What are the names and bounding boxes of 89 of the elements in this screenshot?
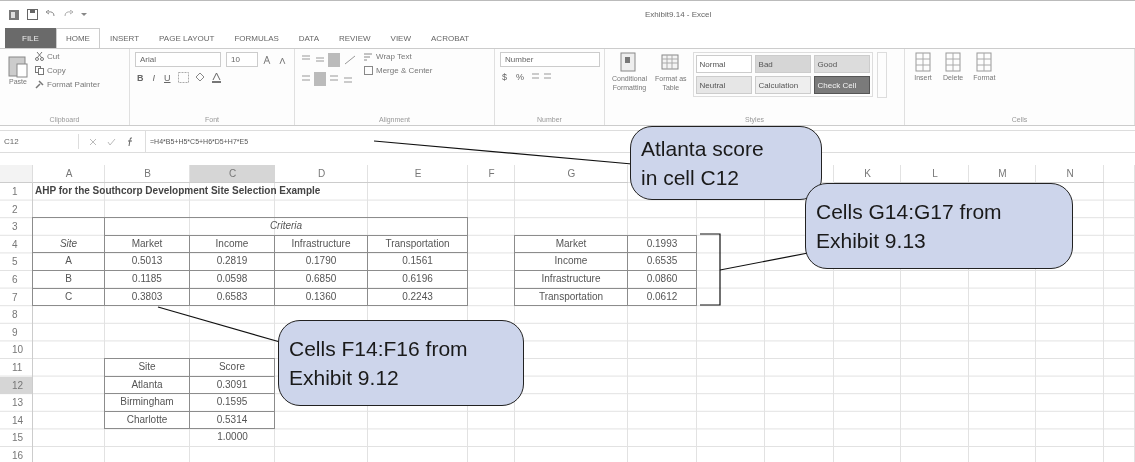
clipboard-icon (7, 54, 29, 78)
sheet-title: AHP for the Southcorp Development Site Selection Example (34, 184, 322, 198)
callout-label: Cells G14:G17 from Exhibit 9.13 (805, 183, 1073, 269)
name-box[interactable]: C12 (0, 134, 79, 149)
wrap-text-button[interactable]: Wrap Text (364, 52, 433, 61)
decimal-icon[interactable] (531, 72, 554, 82)
ribbon-tab[interactable]: FILE (5, 28, 56, 48)
table-cell: 0.1993 (627, 234, 697, 254)
font-size-dropdown[interactable]: 10 (226, 52, 258, 67)
copy-icon (35, 66, 44, 75)
cancel-icon[interactable] (89, 137, 97, 146)
merge-center-button[interactable]: Merge & Center (364, 66, 433, 75)
row-header[interactable]: 3 (0, 218, 33, 236)
ribbon-tab[interactable]: REVIEW (329, 28, 381, 48)
table-grid-icon (943, 52, 964, 74)
row-header[interactable]: 14 (0, 411, 33, 430)
brush-icon (35, 80, 44, 89)
ribbon-tab[interactable]: DATA (288, 28, 329, 48)
check-icon[interactable] (107, 137, 116, 146)
font-name-dropdown[interactable]: Arial (135, 52, 222, 67)
row-header[interactable]: 8 (0, 306, 33, 324)
currency-button[interactable]: $ (500, 72, 509, 82)
row-header[interactable]: 7 (0, 288, 33, 307)
table-cell: Criteria (104, 217, 468, 236)
column-header[interactable]: E (368, 165, 468, 183)
cell-style-option[interactable]: Good (813, 55, 870, 73)
cut-button[interactable]: Cut (35, 52, 100, 61)
table-cell: Site (104, 357, 190, 377)
ribbon-tab[interactable]: FORMULAS (224, 28, 289, 48)
merge-cells-icon (364, 66, 373, 75)
wrap-lines-icon (364, 52, 373, 61)
gallery-scrollbar[interactable] (876, 52, 887, 98)
table-cell: Charlotte (104, 410, 190, 430)
ribbon-tab[interactable]: HOME (55, 28, 100, 48)
ribbon-tab[interactable]: INSERT (99, 28, 150, 48)
cell-style-option[interactable]: Calculation (754, 76, 811, 94)
table-cell: C (32, 287, 105, 307)
row-header[interactable]: 1 (0, 183, 33, 201)
cell-style-option[interactable]: Bad (754, 55, 811, 73)
table-cell: 0.5314 (189, 410, 275, 430)
bold-button[interactable]: B (135, 72, 146, 83)
row-header[interactable]: 13 (0, 394, 33, 412)
callout-label: Atlanta score in cell C12 (630, 126, 822, 200)
row-header[interactable]: 6 (0, 270, 33, 289)
table-cell: Market (514, 234, 628, 254)
number-format-dropdown[interactable]: Number (500, 52, 600, 67)
cell-style-option[interactable]: Neutral (695, 76, 752, 94)
row-header[interactable]: 4 (0, 235, 33, 254)
column-header[interactable]: A (33, 165, 105, 183)
column-header[interactable]: G (515, 165, 628, 183)
app-logo-icon[interactable] (8, 8, 20, 21)
column-header[interactable]: F (468, 165, 515, 183)
percent-button[interactable]: % (514, 72, 527, 82)
cell-style-option[interactable]: Check Cell (813, 76, 870, 94)
table-cell: 0.2243 (367, 287, 468, 307)
format-painter-button[interactable]: Format Painter (35, 80, 100, 89)
caret-icon[interactable] (81, 13, 87, 16)
italic-button[interactable]: I (150, 72, 157, 83)
cell-style-option[interactable]: Normal (695, 55, 752, 73)
column-header[interactable]: C (190, 165, 275, 183)
save-icon[interactable] (27, 9, 38, 20)
ribbon-tab[interactable]: PAGE LAYOUT (149, 28, 225, 48)
copy-button[interactable]: Copy (35, 66, 100, 75)
column-header[interactable]: D (275, 165, 368, 183)
row-header[interactable]: 15 (0, 429, 33, 447)
font-color-icon[interactable] (210, 72, 222, 83)
callout-label: Cells F14:F16 from Exhibit 9.12 (278, 320, 524, 406)
window-title: Exhibit9.14 - Excel (645, 10, 712, 19)
borders-icon[interactable] (177, 72, 189, 83)
underline-button[interactable]: U (162, 72, 173, 83)
table-cell: Site (32, 217, 105, 254)
function-icon[interactable] (126, 136, 135, 147)
row-header[interactable]: 9 (0, 323, 33, 342)
row-header[interactable]: 2 (0, 200, 33, 219)
row-header[interactable]: 5 (0, 253, 33, 271)
ribbon-tab[interactable]: VIEW (380, 28, 421, 48)
table-cell: 0.0612 (627, 287, 697, 307)
fill-color-icon[interactable] (193, 72, 206, 83)
table-grid-icon (974, 52, 995, 74)
row-header[interactable]: 16 (0, 446, 33, 462)
table-cell: Score (189, 357, 275, 377)
table-cell-text: 1.0000 (216, 430, 249, 445)
row-header[interactable]: 11 (0, 358, 33, 377)
ribbon-tab[interactable]: ACROBAT (421, 28, 480, 48)
table-grid-icon (913, 52, 933, 74)
table-cell: Transportation (514, 287, 628, 307)
row-header[interactable]: 10 (0, 341, 33, 359)
select-all-corner[interactable] (0, 165, 33, 183)
scissors-icon (35, 52, 44, 61)
